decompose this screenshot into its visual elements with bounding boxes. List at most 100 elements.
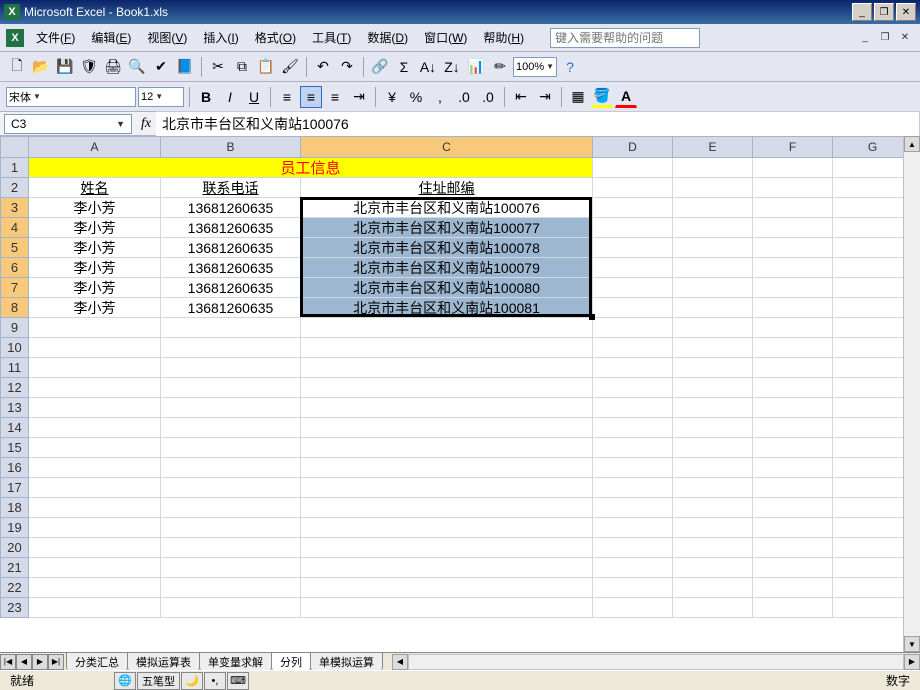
borders-icon[interactable]: ▦ bbox=[567, 86, 589, 108]
cell-D4[interactable] bbox=[593, 218, 673, 238]
align-left-icon[interactable]: ≡ bbox=[276, 86, 298, 108]
cell-C5[interactable]: 北京市丰台区和义南站100078 bbox=[301, 238, 593, 258]
row-header-10[interactable]: 10 bbox=[0, 338, 29, 358]
cell-G4[interactable] bbox=[833, 218, 913, 238]
sheet-tab-1[interactable]: 模拟运算表 bbox=[127, 652, 200, 671]
paste-icon[interactable]: 📋 bbox=[255, 56, 277, 78]
menu-4[interactable]: 格式(O) bbox=[249, 26, 302, 49]
cell-B22[interactable] bbox=[161, 578, 301, 598]
cell-E4[interactable] bbox=[673, 218, 753, 238]
row-header-1[interactable]: 1 bbox=[0, 158, 29, 178]
cell-F2[interactable] bbox=[753, 178, 833, 198]
align-center-icon[interactable]: ≡ bbox=[300, 86, 322, 108]
cell-B13[interactable] bbox=[161, 398, 301, 418]
cell-F3[interactable] bbox=[753, 198, 833, 218]
cell-D9[interactable] bbox=[593, 318, 673, 338]
scroll-left-icon[interactable]: ◀ bbox=[392, 654, 408, 670]
open-icon[interactable]: 📂 bbox=[30, 56, 52, 78]
comma-icon[interactable]: , bbox=[429, 86, 451, 108]
name-box[interactable]: C3▼ bbox=[4, 114, 132, 134]
cell-E3[interactable] bbox=[673, 198, 753, 218]
cell-E19[interactable] bbox=[673, 518, 753, 538]
cell-A1[interactable]: 员工信息 bbox=[29, 158, 593, 178]
cell-F13[interactable] bbox=[753, 398, 833, 418]
cell-A18[interactable] bbox=[29, 498, 161, 518]
font-color-icon[interactable]: A bbox=[615, 86, 637, 108]
restore-button[interactable]: ❐ bbox=[874, 3, 894, 21]
cell-G16[interactable] bbox=[833, 458, 913, 478]
menu-3[interactable]: 插入(I) bbox=[197, 26, 244, 49]
cell-B9[interactable] bbox=[161, 318, 301, 338]
scroll-down-icon[interactable]: ▼ bbox=[904, 636, 920, 652]
cell-D10[interactable] bbox=[593, 338, 673, 358]
decrease-indent-icon[interactable]: ⇤ bbox=[510, 86, 532, 108]
cell-D16[interactable] bbox=[593, 458, 673, 478]
cell-E2[interactable] bbox=[673, 178, 753, 198]
ime-name[interactable]: 五笔型 bbox=[137, 672, 180, 690]
cell-E16[interactable] bbox=[673, 458, 753, 478]
cell-C16[interactable] bbox=[301, 458, 593, 478]
cell-A6[interactable]: 李小芳 bbox=[29, 258, 161, 278]
cell-C12[interactable] bbox=[301, 378, 593, 398]
cell-F5[interactable] bbox=[753, 238, 833, 258]
cell-D1[interactable] bbox=[593, 158, 673, 178]
row-header-3[interactable]: 3 bbox=[0, 198, 29, 218]
cell-D23[interactable] bbox=[593, 598, 673, 618]
ime-moon-icon[interactable]: 🌙 bbox=[181, 672, 203, 690]
ime-dot-icon[interactable]: •, bbox=[204, 672, 226, 690]
wb-minimize[interactable]: _ bbox=[856, 30, 874, 46]
sheet-tab-0[interactable]: 分类汇总 bbox=[66, 652, 128, 671]
cell-A20[interactable] bbox=[29, 538, 161, 558]
cell-B20[interactable] bbox=[161, 538, 301, 558]
cell-G5[interactable] bbox=[833, 238, 913, 258]
cell-G14[interactable] bbox=[833, 418, 913, 438]
cell-B8[interactable]: 13681260635 bbox=[161, 298, 301, 318]
cell-D8[interactable] bbox=[593, 298, 673, 318]
cell-D5[interactable] bbox=[593, 238, 673, 258]
cell-C8[interactable]: 北京市丰台区和义南站100081 bbox=[301, 298, 593, 318]
merge-center-icon[interactable]: ⇥ bbox=[348, 86, 370, 108]
cell-E10[interactable] bbox=[673, 338, 753, 358]
cell-A3[interactable]: 李小芳 bbox=[29, 198, 161, 218]
cell-C18[interactable] bbox=[301, 498, 593, 518]
col-header-D[interactable]: D bbox=[593, 136, 673, 158]
cell-C21[interactable] bbox=[301, 558, 593, 578]
row-header-12[interactable]: 12 bbox=[0, 378, 29, 398]
row-header-14[interactable]: 14 bbox=[0, 418, 29, 438]
cell-A5[interactable]: 李小芳 bbox=[29, 238, 161, 258]
cell-D2[interactable] bbox=[593, 178, 673, 198]
menu-7[interactable]: 窗口(W) bbox=[418, 26, 473, 49]
cell-B14[interactable] bbox=[161, 418, 301, 438]
tab-prev-icon[interactable]: ◀ bbox=[16, 654, 32, 670]
scroll-right-icon[interactable]: ▶ bbox=[904, 654, 920, 670]
cell-C10[interactable] bbox=[301, 338, 593, 358]
cell-A10[interactable] bbox=[29, 338, 161, 358]
cell-D7[interactable] bbox=[593, 278, 673, 298]
permission-icon[interactable]: 🛡 bbox=[78, 56, 100, 78]
row-header-4[interactable]: 4 bbox=[0, 218, 29, 238]
col-header-E[interactable]: E bbox=[673, 136, 753, 158]
cell-E11[interactable] bbox=[673, 358, 753, 378]
col-header-A[interactable]: A bbox=[29, 136, 161, 158]
cell-F4[interactable] bbox=[753, 218, 833, 238]
cell-D19[interactable] bbox=[593, 518, 673, 538]
cell-A14[interactable] bbox=[29, 418, 161, 438]
cell-B11[interactable] bbox=[161, 358, 301, 378]
cell-B18[interactable] bbox=[161, 498, 301, 518]
col-header-C[interactable]: C bbox=[301, 136, 593, 158]
cell-B7[interactable]: 13681260635 bbox=[161, 278, 301, 298]
cell-F18[interactable] bbox=[753, 498, 833, 518]
cell-C2[interactable]: 住址邮编 bbox=[301, 178, 593, 198]
cell-A16[interactable] bbox=[29, 458, 161, 478]
cell-A19[interactable] bbox=[29, 518, 161, 538]
cell-A2[interactable]: 姓名 bbox=[29, 178, 161, 198]
cell-F19[interactable] bbox=[753, 518, 833, 538]
close-button[interactable]: ✕ bbox=[896, 3, 916, 21]
menu-0[interactable]: 文件(F) bbox=[30, 26, 81, 49]
cell-A13[interactable] bbox=[29, 398, 161, 418]
cell-G15[interactable] bbox=[833, 438, 913, 458]
decrease-decimal-icon[interactable]: .0 bbox=[477, 86, 499, 108]
cell-G2[interactable] bbox=[833, 178, 913, 198]
cell-F22[interactable] bbox=[753, 578, 833, 598]
cell-C13[interactable] bbox=[301, 398, 593, 418]
